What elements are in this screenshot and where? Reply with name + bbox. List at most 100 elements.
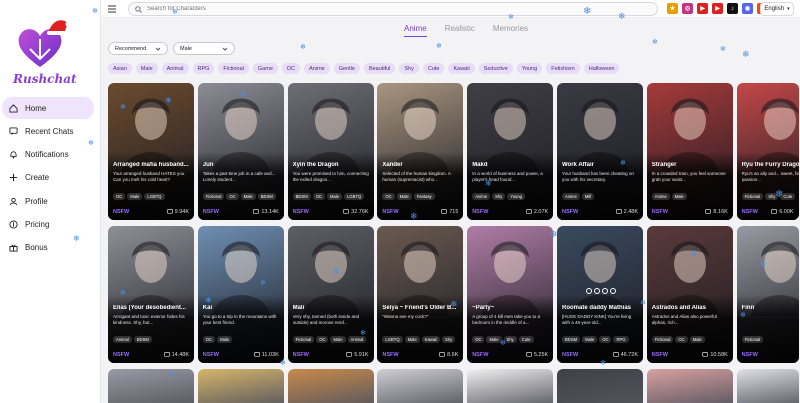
nsfw-badge: NSFW bbox=[472, 209, 489, 215]
chat-count-value: 5.91K bbox=[354, 352, 369, 358]
tag-chip[interactable]: Male bbox=[135, 63, 158, 74]
character-card[interactable]: Astrados and Alias Astrados and Alias als… bbox=[646, 226, 733, 363]
chat-count-value: 6.00K bbox=[779, 209, 794, 215]
character-card[interactable]: Roomate daddy Mathias [HUGE DADDY KINK] Y… bbox=[557, 226, 643, 363]
tag-chip[interactable]: Anime bbox=[304, 63, 330, 74]
sidebar-item-profile[interactable]: Profile bbox=[2, 190, 94, 212]
search-input[interactable] bbox=[147, 6, 627, 12]
chat-count: 14.48K bbox=[163, 352, 189, 358]
chevron-down-icon bbox=[222, 47, 228, 51]
sidebar-item-bonus[interactable]: Bonus bbox=[2, 237, 94, 259]
sidebar-item-label: Home bbox=[25, 103, 47, 113]
tag-chip[interactable]: Animal bbox=[161, 63, 189, 74]
hamburger-menu-icon[interactable] bbox=[107, 4, 117, 14]
tag-chip[interactable]: Seductive bbox=[478, 63, 513, 74]
youtube-icon[interactable]: ▶ bbox=[712, 3, 723, 14]
sidebar-item-home[interactable]: Home bbox=[2, 97, 94, 119]
nsfw-badge: NSFW bbox=[292, 352, 309, 358]
character-card[interactable] bbox=[557, 369, 643, 403]
tag-chip[interactable]: Beautiful bbox=[363, 63, 396, 74]
tag-chip[interactable]: Asian bbox=[108, 63, 132, 74]
tab-anime[interactable]: Anime bbox=[404, 24, 427, 37]
card-tag: Male bbox=[217, 336, 233, 343]
nsfw-badge: NSFW bbox=[382, 352, 399, 358]
character-card[interactable] bbox=[197, 369, 284, 403]
card-tags: LGBTQ Male Kawaii Shy bbox=[382, 336, 456, 343]
character-card[interactable]: Ryu the Furry Dragon Ryu's an ally and...… bbox=[736, 83, 799, 220]
search-bar[interactable] bbox=[128, 2, 658, 16]
card-title: Roomate daddy Mathias bbox=[562, 305, 632, 311]
character-card[interactable]: Makd In a world of business and power, a … bbox=[467, 83, 554, 220]
tag-chip[interactable]: Young bbox=[516, 63, 543, 74]
sidebar-item-create[interactable]: Create bbox=[2, 167, 94, 189]
top-bar: ★◎▶▶♪◉● English▾ bbox=[101, 0, 800, 18]
sidebar-item-label: Bonus bbox=[25, 243, 48, 253]
instagram-icon[interactable]: ◎ bbox=[682, 3, 693, 14]
tag-chip[interactable]: Halloween bbox=[583, 63, 620, 74]
card-tag: Male bbox=[127, 193, 143, 200]
sidebar-item-recent-chats[interactable]: Recent Chats bbox=[2, 120, 94, 142]
card-tag: LGBTQ bbox=[382, 336, 403, 343]
nsfw-badge: NSFW bbox=[741, 209, 758, 215]
tag-chip[interactable]: Shy bbox=[399, 63, 419, 74]
gender-dropdown[interactable]: Male bbox=[173, 42, 235, 55]
youtube-icon[interactable]: ▶ bbox=[697, 3, 708, 14]
chat-count: 2.48K bbox=[615, 209, 638, 215]
tag-chip[interactable]: OC bbox=[281, 63, 301, 74]
character-card[interactable]: Mali Very shy, tanned (both inside and ou… bbox=[287, 226, 374, 363]
tiktok-icon[interactable]: ♪ bbox=[727, 3, 738, 14]
card-description: [HUGE DADDY KINK] You're living with a 4… bbox=[562, 314, 632, 325]
character-card[interactable]: Work Affair Your husband has been cheatin… bbox=[557, 83, 643, 220]
card-tags: BDSM Male OC RPG bbox=[562, 336, 629, 343]
nsfw-badge: NSFW bbox=[113, 352, 130, 358]
character-card[interactable] bbox=[377, 369, 464, 403]
logo[interactable] bbox=[14, 17, 74, 69]
tag-chip[interactable]: Fictional bbox=[218, 63, 249, 74]
character-card[interactable]: Xander Selected of the human kingdom. A h… bbox=[377, 83, 464, 220]
tag-chip[interactable]: Fetishism bbox=[546, 63, 580, 74]
sidebar-item-pricing[interactable]: Pricing bbox=[2, 213, 94, 235]
chat-count-value: 9.94K bbox=[174, 209, 189, 215]
badge-icon[interactable]: ★ bbox=[667, 3, 678, 14]
sidebar-item-label: Recent Chats bbox=[25, 126, 74, 136]
character-card[interactable]: Arranged mafia husband... Your arranged h… bbox=[108, 83, 194, 220]
discord-icon[interactable]: ◉ bbox=[742, 3, 753, 14]
character-card[interactable]: Elias (Your desobedient... Arrogant and t… bbox=[108, 226, 194, 363]
character-card[interactable]: ~Party~ A group of 4 kill men take you to… bbox=[467, 226, 554, 363]
tag-chip[interactable]: Kawaii bbox=[448, 63, 475, 74]
language-selector[interactable]: English ▾ bbox=[760, 2, 794, 16]
tag-chip[interactable]: Gentle bbox=[333, 63, 360, 74]
chat-bubble-icon bbox=[163, 352, 170, 357]
sort-dropdown[interactable]: Recommend bbox=[108, 42, 168, 55]
card-tag: Anime bbox=[562, 193, 580, 200]
character-card[interactable] bbox=[108, 369, 194, 403]
tag-chip[interactable]: Game bbox=[252, 63, 278, 74]
sidebar-item-label: Profile bbox=[25, 196, 48, 206]
character-card[interactable]: Seiya ~ Friend's Older B... "Wanna see my… bbox=[377, 226, 464, 363]
chat-bubble-icon bbox=[253, 209, 260, 214]
character-card[interactable]: Kai You go to a trip in the mountains wit… bbox=[197, 226, 284, 363]
sidebar-item-notifications[interactable]: Notifications bbox=[2, 144, 94, 166]
character-card[interactable] bbox=[736, 369, 799, 403]
chat-count-value: 13.14K bbox=[261, 209, 279, 215]
tag-chip[interactable]: Cute bbox=[422, 63, 445, 74]
card-tag: OC bbox=[202, 336, 216, 343]
chat-bubble-icon bbox=[441, 209, 448, 214]
character-card[interactable]: Finn Fictional NSFW bbox=[736, 226, 799, 363]
character-card[interactable] bbox=[467, 369, 554, 403]
tag-chip[interactable]: RPG bbox=[192, 63, 215, 74]
card-tags: Fictional OC Male Animal bbox=[292, 336, 367, 343]
tab-memories[interactable]: Memories bbox=[493, 24, 528, 37]
sidebar-nav: Home Recent Chats Notifications Create P… bbox=[2, 97, 94, 260]
character-card[interactable]: Stranger In a crowded train, you feel som… bbox=[646, 83, 733, 220]
character-card[interactable]: Jun Takes a part-time job in a cafe and..… bbox=[197, 83, 284, 220]
nsfw-badge: NSFW bbox=[472, 352, 489, 358]
chat-count-value: 8.6K bbox=[447, 352, 459, 358]
character-card[interactable] bbox=[287, 369, 374, 403]
character-card[interactable]: Xyin the Dragon You were promised to him,… bbox=[287, 83, 374, 220]
card-tag: OC bbox=[472, 336, 485, 343]
search-icon bbox=[135, 5, 142, 13]
character-card[interactable] bbox=[646, 369, 733, 403]
tab-realistic[interactable]: Realistic bbox=[445, 24, 475, 37]
chat-count-value: 11.03K bbox=[261, 352, 279, 358]
